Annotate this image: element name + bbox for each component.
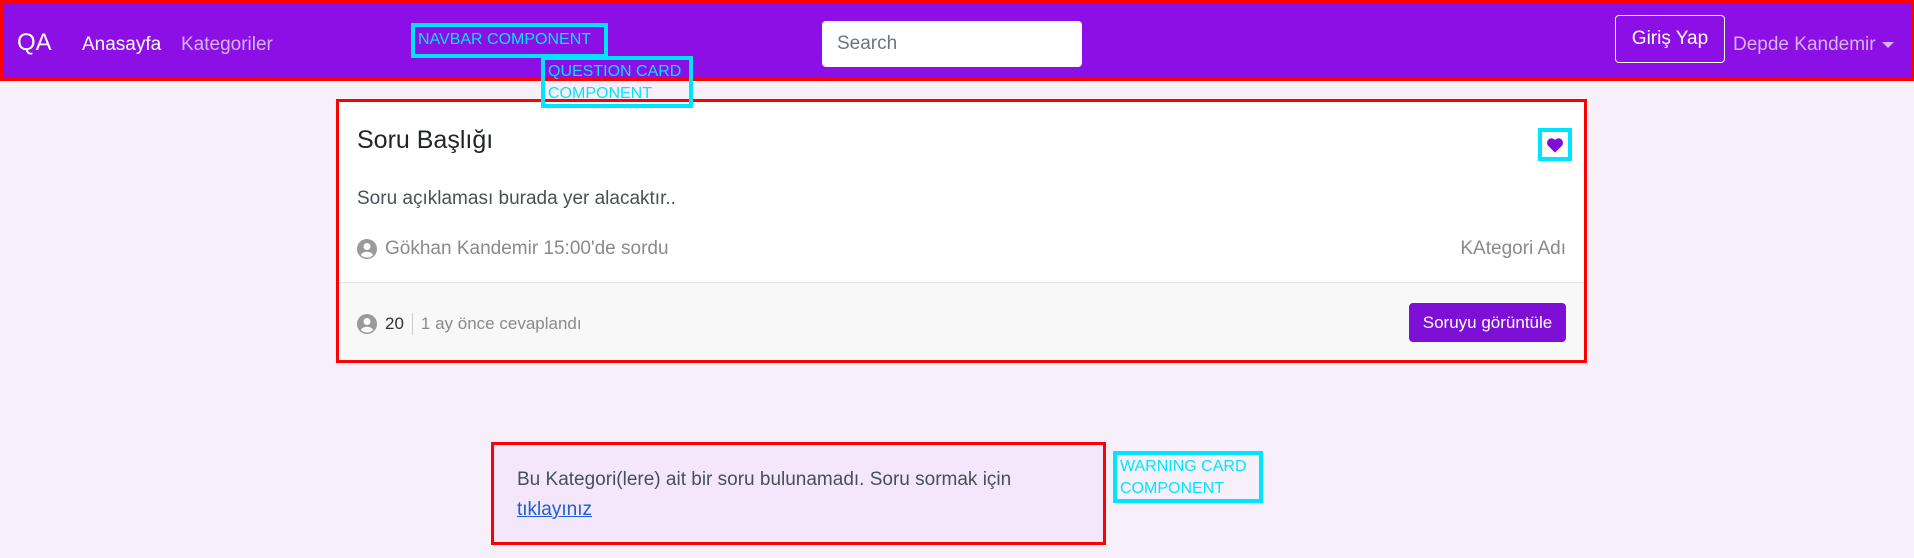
- question-description: Soru açıklaması burada yer alacaktır..: [357, 188, 676, 209]
- question-card-footer: 20 1 ay önce cevaplandı Soruyu görüntüle: [339, 282, 1584, 360]
- question-title: Soru Başlığı: [357, 126, 494, 154]
- annotation-line: QUESTION CARD: [548, 63, 682, 80]
- nav-link-home[interactable]: Anasayfa: [82, 34, 161, 56]
- view-question-button[interactable]: Soruyu görüntüle: [1409, 303, 1566, 342]
- login-button[interactable]: Giriş Yap: [1615, 15, 1725, 63]
- user-circle-icon: [357, 314, 377, 334]
- user-dropdown[interactable]: Depde Kandemir: [1733, 34, 1894, 56]
- warning-card: Bu Kategori(lere) ait bir soru bulunamad…: [491, 442, 1106, 545]
- answer-count: 20: [385, 314, 404, 333]
- user-circle-icon: [357, 239, 377, 259]
- annotation-line: WARNING CARD: [1120, 458, 1247, 475]
- question-author-meta: Gökhan Kandemir 15:00'de sordu: [357, 238, 669, 260]
- question-card: Soru Başlığı Soru açıklaması burada yer …: [336, 99, 1587, 363]
- heart-icon: [1547, 137, 1563, 153]
- brand-logo[interactable]: QA: [17, 29, 52, 57]
- warning-card-component-annotation: WARNING CARD COMPONENT: [1113, 451, 1263, 503]
- ask-question-link[interactable]: tıklayınız: [517, 499, 592, 520]
- author-meta-text: Gökhan Kandemir 15:00'de sordu: [385, 238, 669, 259]
- favorite-button[interactable]: [1538, 128, 1572, 161]
- annotation-line: COMPONENT: [548, 85, 652, 102]
- question-category[interactable]: KAtegori Adı: [1460, 238, 1566, 260]
- warning-message: Bu Kategori(lere) ait bir soru bulunamad…: [517, 469, 1012, 490]
- search-input[interactable]: [822, 21, 1082, 67]
- navbar-component-annotation: NAVBAR COMPONENT: [411, 23, 608, 58]
- answer-stats: 20 1 ay önce cevaplandı: [357, 313, 582, 335]
- question-card-component-annotation: QUESTION CARD COMPONENT: [541, 56, 693, 108]
- annotation-line: COMPONENT: [1120, 480, 1224, 497]
- user-name: Depde Kandemir: [1733, 34, 1876, 55]
- navbar: QA Anasayfa Kategoriler Giriş Yap Depde …: [0, 0, 1914, 81]
- divider: [411, 313, 413, 335]
- answered-time: 1 ay önce cevaplandı: [420, 314, 582, 333]
- caret-down-icon: [1881, 42, 1894, 48]
- nav-link-categories[interactable]: Kategoriler: [181, 34, 273, 56]
